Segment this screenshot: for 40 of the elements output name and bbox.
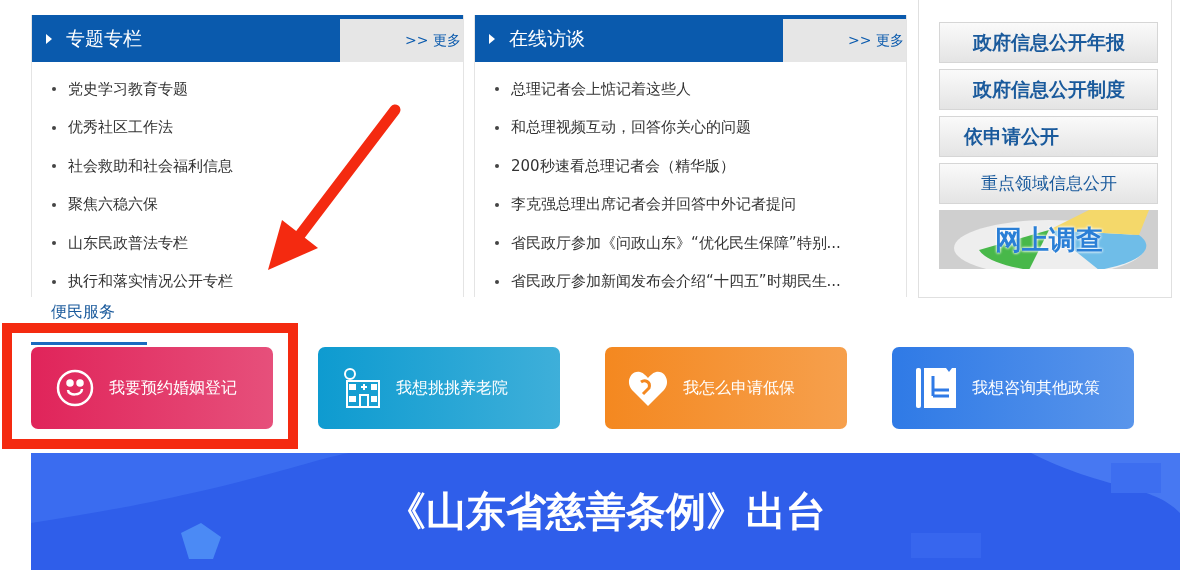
news-link[interactable]: 聚焦六稳六保: [68, 195, 158, 215]
triangle-icon: [46, 33, 52, 44]
more-link[interactable]: >> 更多: [848, 31, 906, 50]
bullet-icon: [495, 202, 499, 207]
bullet-icon: [495, 125, 499, 130]
news-link[interactable]: 执行和落实情况公开专栏: [68, 272, 233, 292]
news-link[interactable]: 和总理视频互动，回答你关心的问题: [511, 118, 751, 138]
bullet-icon: [52, 241, 56, 246]
notebook-icon: [916, 366, 958, 410]
triangle-icon: [489, 33, 495, 44]
side-link-button[interactable]: 依申请公开: [939, 116, 1158, 157]
bullet-icon: [495, 87, 499, 92]
banner-title: 《山东省慈善条例》出台: [385, 487, 826, 536]
building-icon: [342, 367, 382, 409]
bullet-icon: [52, 202, 56, 207]
side-link-button[interactable]: 重点领域信息公开: [939, 163, 1158, 204]
news-link[interactable]: 总理记者会上惦记着这些人: [511, 79, 691, 99]
bullet-icon: [495, 241, 499, 246]
panel-title: 专题专栏: [66, 25, 142, 51]
service-button[interactable]: 我想咨询其他政策: [892, 347, 1134, 429]
bullet-icon: [495, 279, 499, 284]
bullet-icon: [52, 125, 56, 130]
side-link-button[interactable]: 政府信息公开制度: [939, 69, 1158, 110]
bullet-icon: [52, 279, 56, 284]
news-link[interactable]: 社会救助和社会福利信息: [68, 156, 233, 176]
more-link[interactable]: >> 更多: [405, 31, 463, 50]
news-link[interactable]: 山东民政普法专栏: [68, 233, 188, 253]
news-link[interactable]: 党史学习教育专题: [68, 79, 188, 99]
news-link[interactable]: 省民政厅参加《问政山东》“优化民生保障”特别...: [511, 233, 841, 253]
panel-title: 在线访谈: [509, 25, 585, 51]
bullet-icon: [52, 87, 56, 92]
bullet-icon: [495, 164, 499, 169]
news-link[interactable]: 200秒速看总理记者会（精华版）: [511, 156, 735, 176]
news-link[interactable]: 省民政厅参加新闻发布会介绍“十四五”时期民生...: [511, 272, 841, 292]
news-link[interactable]: 优秀社区工作法: [68, 118, 173, 138]
side-link-button[interactable]: 政府信息公开年报: [939, 22, 1158, 63]
news-link[interactable]: 李克强总理出席记者会并回答中外记者提问: [511, 195, 796, 215]
bullet-icon: [52, 164, 56, 169]
smile-circle-icon: [55, 368, 95, 408]
service-button[interactable]: 我要预约婚姻登记: [31, 347, 273, 429]
